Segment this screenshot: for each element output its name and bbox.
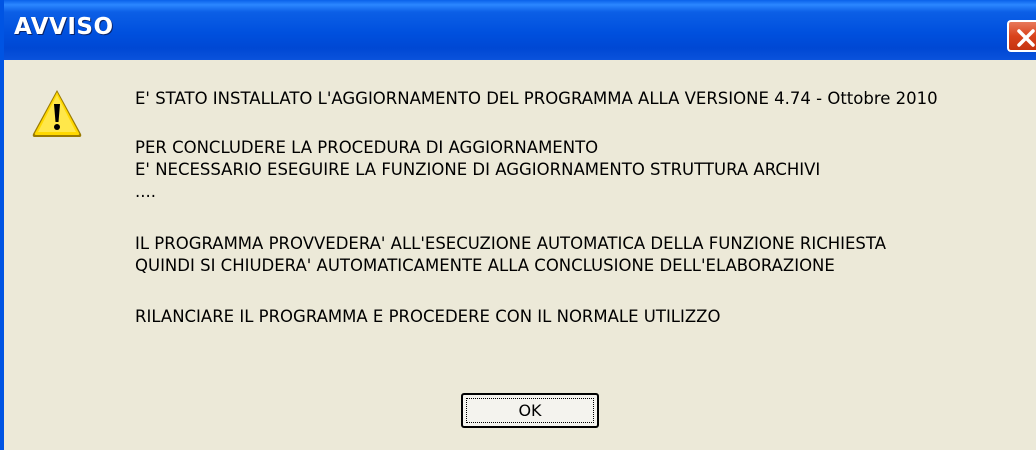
message-line-ellipsis: .... bbox=[135, 182, 156, 201]
title-bar[interactable]: AVVISO bbox=[4, 0, 1036, 60]
close-icon bbox=[1017, 29, 1035, 47]
message-line-restart: RILANCIARE IL PROGRAMMA E PROCEDERE CON … bbox=[135, 307, 721, 326]
dialog-title: AVVISO bbox=[14, 14, 114, 40]
message-line-version: E' STATO INSTALLATO L'AGGIORNAMENTO DEL … bbox=[135, 89, 938, 108]
close-button[interactable] bbox=[1007, 20, 1036, 52]
message-line-conclude: PER CONCLUDERE LA PROCEDURA DI AGGIORNAM… bbox=[135, 138, 599, 157]
warning-icon bbox=[32, 90, 82, 137]
message-line-required: E' NECESSARIO ESEGUIRE LA FUNZIONE DI AG… bbox=[135, 160, 821, 179]
dialog-body: E' STATO INSTALLATO L'AGGIORNAMENTO DEL … bbox=[4, 60, 1036, 450]
ok-button-label: OK bbox=[466, 398, 594, 423]
message-line-close: QUINDI SI CHIUDERA' AUTOMATICAMENTE ALLA… bbox=[135, 256, 835, 275]
ok-button[interactable]: OK bbox=[461, 393, 599, 428]
message-line-automatic: IL PROGRAMMA PROVVEDERA' ALL'ESECUZIONE … bbox=[135, 234, 886, 253]
dialog-window: AVVISO E' STATO INSTALLATO L'AGGIORNAMEN… bbox=[0, 0, 1036, 450]
